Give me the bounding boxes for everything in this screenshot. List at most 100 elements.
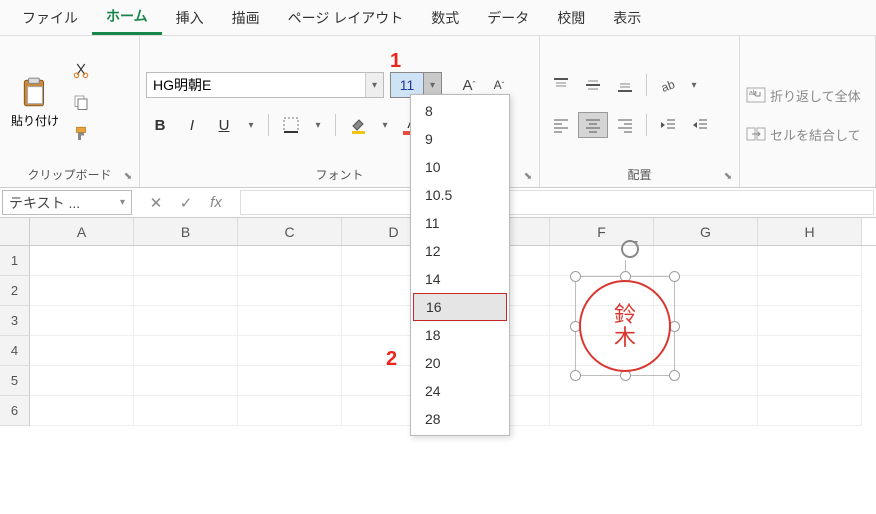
column-header-A[interactable]: A [30,218,134,245]
font-size-option-10.5[interactable]: 10.5 [411,181,509,209]
italic-button[interactable]: I [178,112,206,138]
format-painter-button[interactable] [68,121,94,147]
border-button[interactable] [277,112,305,138]
font-size-option-12[interactable]: 12 [411,237,509,265]
stamp-shape[interactable]: 鈴 木 [565,266,695,416]
cell-C3[interactable] [238,306,342,336]
tab-layout[interactable]: ページ レイアウト [274,2,418,34]
column-header-H[interactable]: H [758,218,862,245]
name-box[interactable]: テキスト ... ▾ [2,190,132,215]
row-header-3[interactable]: 3 [0,306,30,336]
copy-button[interactable] [68,89,94,115]
increase-indent-button[interactable] [685,112,715,138]
tab-draw[interactable]: 描画 [218,2,274,34]
font-size-option-14[interactable]: 14 [411,265,509,293]
font-launcher[interactable]: ⬊ [521,169,535,183]
border-caret-icon[interactable]: ▾ [309,113,327,137]
cell-H5[interactable] [758,366,862,396]
cell-B2[interactable] [134,276,238,306]
row-header-4[interactable]: 4 [0,336,30,366]
font-size-option-20[interactable]: 20 [411,349,509,377]
font-size-option-24[interactable]: 24 [411,377,509,405]
orientation-caret-icon[interactable]: ▾ [685,73,703,97]
font-size-option-18[interactable]: 18 [411,321,509,349]
tab-formulas[interactable]: 数式 [417,2,473,34]
row-header-6[interactable]: 6 [0,396,30,426]
underline-button[interactable]: U [210,112,238,138]
cell-B1[interactable] [134,246,238,276]
tab-review[interactable]: 校閲 [543,2,599,34]
cell-C6[interactable] [238,396,342,426]
cell-A3[interactable] [30,306,134,336]
bold-button[interactable]: B [146,112,174,138]
tab-data[interactable]: データ [473,2,543,34]
cell-H4[interactable] [758,336,862,366]
cell-C5[interactable] [238,366,342,396]
cell-B3[interactable] [134,306,238,336]
confirm-formula-button[interactable]: ✓ [174,194,198,212]
cell-H3[interactable] [758,306,862,336]
align-left-button[interactable] [546,112,576,138]
tab-file[interactable]: ファイル [8,2,92,34]
align-center-button[interactable] [578,112,608,138]
fill-color-button[interactable] [344,112,372,138]
cell-C1[interactable] [238,246,342,276]
cell-C2[interactable] [238,276,342,306]
name-box-caret-icon[interactable]: ▾ [120,197,125,208]
paste-button[interactable]: 貼り付け [6,72,64,133]
font-size-option-9[interactable]: 9 [411,125,509,153]
column-header-B[interactable]: B [134,218,238,245]
cell-B4[interactable] [134,336,238,366]
cell-H1[interactable] [758,246,862,276]
wrap-text-button[interactable]: ab 折り返して全体 [746,86,869,105]
resize-handle-ne[interactable] [669,271,680,282]
column-header-G[interactable]: G [654,218,758,245]
resize-handle-se[interactable] [669,370,680,381]
merge-cells-button[interactable]: セルを結合して [746,125,869,144]
cell-A4[interactable] [30,336,134,366]
resize-handle-sw[interactable] [570,370,581,381]
fill-caret-icon[interactable]: ▾ [376,113,394,137]
align-middle-button[interactable] [578,72,608,98]
formula-input[interactable] [240,190,874,215]
underline-caret-icon[interactable]: ▾ [242,113,260,137]
cell-C4[interactable] [238,336,342,366]
font-size-option-11[interactable]: 11 [411,209,509,237]
tab-insert[interactable]: 挿入 [162,2,218,34]
cell-A6[interactable] [30,396,134,426]
row-header-5[interactable]: 5 [0,366,30,396]
font-name-combo[interactable]: ▾ [146,72,384,98]
font-size-option-16[interactable]: 16 [413,293,507,321]
align-top-button[interactable] [546,72,576,98]
cell-H2[interactable] [758,276,862,306]
cell-H6[interactable] [758,396,862,426]
cell-A5[interactable] [30,366,134,396]
resize-handle-nw[interactable] [570,271,581,282]
row-header-2[interactable]: 2 [0,276,30,306]
font-size-option-8[interactable]: 8 [411,97,509,125]
decrease-indent-button[interactable] [653,112,683,138]
cell-A1[interactable] [30,246,134,276]
clipboard-launcher[interactable]: ⬊ [121,169,135,183]
tab-home[interactable]: ホーム [92,0,162,35]
orientation-button[interactable]: ab [653,72,683,98]
tab-view[interactable]: 表示 [599,2,655,34]
cell-B5[interactable] [134,366,238,396]
cell-B6[interactable] [134,396,238,426]
select-all-corner[interactable] [0,218,30,245]
font-name-input[interactable] [147,77,365,93]
alignment-launcher[interactable]: ⬊ [721,169,735,183]
cell-A2[interactable] [30,276,134,306]
fx-button[interactable]: fx [204,194,228,211]
font-name-caret-icon[interactable]: ▾ [365,73,383,97]
font-size-option-10[interactable]: 10 [411,153,509,181]
cancel-formula-button[interactable]: ✕ [144,194,168,212]
rotate-handle-icon[interactable] [619,238,641,260]
stamp-circle[interactable]: 鈴 木 [579,280,671,372]
column-header-C[interactable]: C [238,218,342,245]
align-right-button[interactable] [610,112,640,138]
font-size-option-28[interactable]: 28 [411,405,509,433]
row-header-1[interactable]: 1 [0,246,30,276]
align-bottom-button[interactable] [610,72,640,98]
cut-button[interactable] [68,57,94,83]
